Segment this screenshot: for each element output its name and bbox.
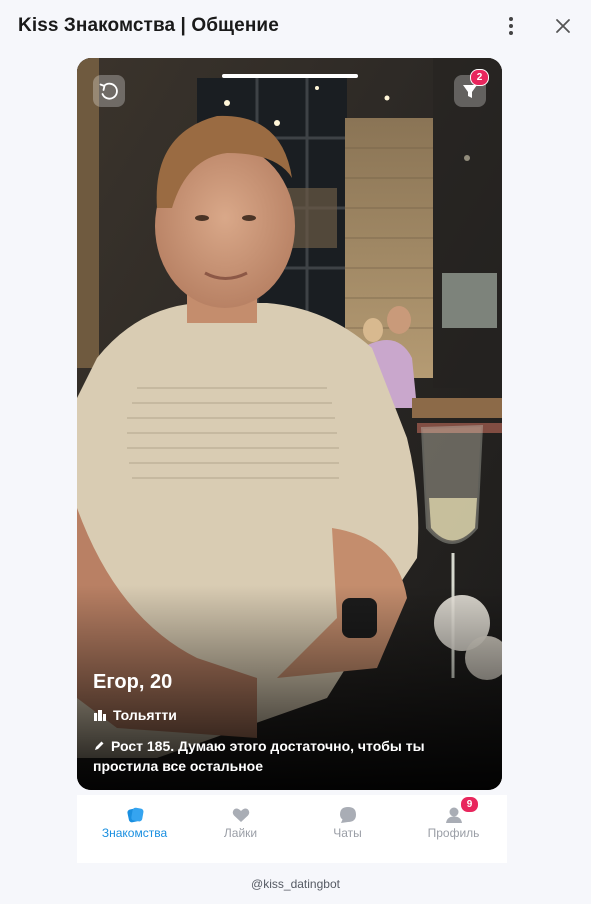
nav-item-profile[interactable]: 9 Профиль (400, 795, 507, 863)
app-title: Kiss Знакомства | Общение (18, 15, 279, 36)
nav-label-chats: Чаты (333, 826, 362, 840)
profile-bio: Рост 185. Думаю этого достаточно, чтобы … (93, 738, 425, 774)
bot-handle: @kiss_datingbot (251, 877, 340, 891)
pencil-icon (93, 737, 105, 750)
undo-icon[interactable] (93, 75, 125, 107)
profile-city: Тольятти (113, 707, 177, 723)
city-icon (93, 708, 107, 722)
cards-icon (125, 805, 145, 825)
bottom-navigation: Знакомства Лайки Чаты 9 Профиль (77, 795, 507, 863)
close-icon[interactable] (552, 14, 574, 38)
nav-label-profile: Профиль (427, 826, 480, 840)
profile-info: Егор, 20 Тольятти Рост 185. Думаю этого … (93, 670, 488, 776)
nav-label-likes: Лайки (223, 826, 258, 840)
nav-item-dating[interactable]: Знакомства (81, 795, 188, 863)
bio-row: Рост 185. Думаю этого достаточно, чтобы … (93, 736, 488, 776)
card-progress-bar (222, 74, 358, 78)
nav-item-chats[interactable]: Чаты (294, 795, 401, 863)
chat-icon (338, 805, 358, 825)
filter-count-badge: 2 (470, 69, 489, 86)
more-vertical-icon[interactable] (500, 14, 522, 38)
nav-item-likes[interactable]: Лайки (187, 795, 294, 863)
heart-icon (231, 805, 251, 825)
profile-card[interactable]: 2 Егор, 20 Тольятти Рост 185. Думаю этог… (77, 58, 502, 790)
profile-name-age: Егор, 20 (93, 671, 173, 693)
nav-label-dating: Знакомства (101, 826, 168, 840)
title-bar: Kiss Знакомства | Общение (0, 0, 591, 52)
city-row: Тольятти (93, 706, 488, 724)
profile-badge: 9 (460, 796, 479, 813)
